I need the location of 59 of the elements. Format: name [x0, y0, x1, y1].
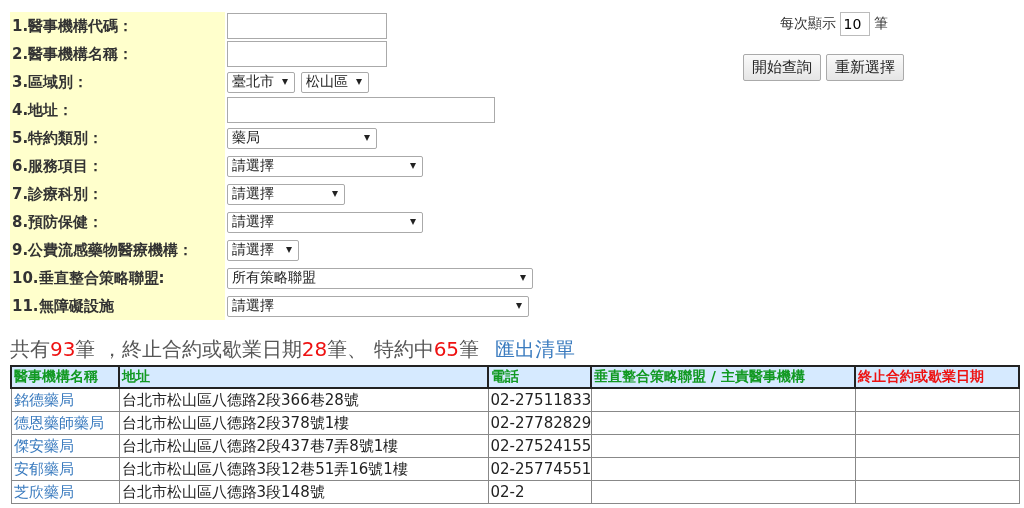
- institution-link[interactable]: 安郁藥局: [11, 457, 119, 481]
- action-button[interactable]: 開始查詢: [743, 54, 821, 81]
- dropdown[interactable]: 請選擇: [227, 211, 423, 233]
- column-header: 地址: [119, 366, 488, 388]
- dropdown[interactable]: 請選擇: [227, 295, 529, 317]
- dropdown[interactable]: 請選擇: [227, 155, 423, 177]
- page-size-unit: 筆: [873, 15, 888, 33]
- field-label: 11.無障礙設施: [10, 292, 225, 320]
- table-cell: 02-27524155: [488, 434, 591, 458]
- field-label: 6.服務項目：: [10, 152, 225, 180]
- field-label: 5.特約類別：: [10, 124, 225, 152]
- table-cell: 台北市松山區八德路3段12巷51弄16號1樓: [119, 457, 488, 481]
- page-size-field[interactable]: 10: [839, 12, 870, 36]
- column-header: 醫事機構名稱: [11, 366, 119, 388]
- dropdown[interactable]: 松山區: [301, 71, 369, 93]
- field-label: 4.地址：: [10, 96, 225, 124]
- institution-link[interactable]: 銘德藥局: [11, 388, 119, 412]
- institution-link[interactable]: 德恩藥師藥局: [11, 411, 119, 435]
- table-cell: 台北市松山區八德路2段378號1樓: [119, 411, 488, 435]
- dropdown[interactable]: 臺北市: [227, 71, 295, 93]
- dropdown[interactable]: 所有策略聯盟: [227, 267, 533, 289]
- dropdown[interactable]: 藥局: [227, 127, 377, 149]
- text-field[interactable]: [227, 41, 387, 67]
- text-field[interactable]: [227, 13, 387, 39]
- caret-icon: [332, 191, 338, 197]
- column-header: 終止合約或歇業日期: [855, 366, 1019, 388]
- institution-link[interactable]: 傑安藥局: [11, 434, 119, 458]
- table-cell: 02-25774551: [488, 457, 591, 481]
- caret-icon: [410, 163, 416, 169]
- field-label: 9.公費流感藥物醫療機構：: [10, 236, 225, 264]
- caret-icon: [286, 247, 292, 253]
- field-label: 8.預防保健：: [10, 208, 225, 236]
- column-header: 垂直整合策略聯盟 / 主責醫事機構: [591, 366, 855, 388]
- institution-link[interactable]: 芝欣藥局: [11, 480, 119, 504]
- table-cell: 02-27511833: [488, 388, 591, 412]
- table-cell: 台北市松山區八德路2段437巷7弄8號1樓: [119, 434, 488, 458]
- caret-icon: [356, 79, 362, 85]
- dropdown[interactable]: 請選擇: [227, 239, 299, 261]
- export-link[interactable]: 匯出清單: [495, 336, 576, 363]
- field-label: 7.診療科別：: [10, 180, 225, 208]
- field-label: 1.醫事機構代碼：: [10, 12, 225, 40]
- field-label: 2.醫事機構名稱：: [10, 40, 225, 68]
- result-summary: 共有93筆 ，終止合約或歇業日期28筆、 特約中65筆: [10, 336, 480, 363]
- page-size-label: 每次顯示: [779, 15, 836, 33]
- table-cell: 02-27782829: [488, 411, 591, 435]
- dropdown[interactable]: 請選擇: [227, 183, 345, 205]
- caret-icon: [410, 219, 416, 225]
- caret-icon: [516, 303, 522, 309]
- caret-icon: [282, 79, 288, 85]
- column-header: 電話: [488, 366, 591, 388]
- table-cell: 台北市松山區八德路3段148號: [119, 480, 488, 504]
- text-field[interactable]: [227, 97, 495, 123]
- caret-icon: [520, 275, 526, 281]
- action-button[interactable]: 重新選擇: [826, 54, 904, 81]
- table-cell: 02-2: [488, 480, 591, 504]
- field-label: 3.區域別：: [10, 68, 225, 96]
- table-cell: 台北市松山區八德路2段366巷28號: [119, 388, 488, 412]
- field-label: 10.垂直整合策略聯盟:: [10, 264, 225, 292]
- caret-icon: [364, 135, 370, 141]
